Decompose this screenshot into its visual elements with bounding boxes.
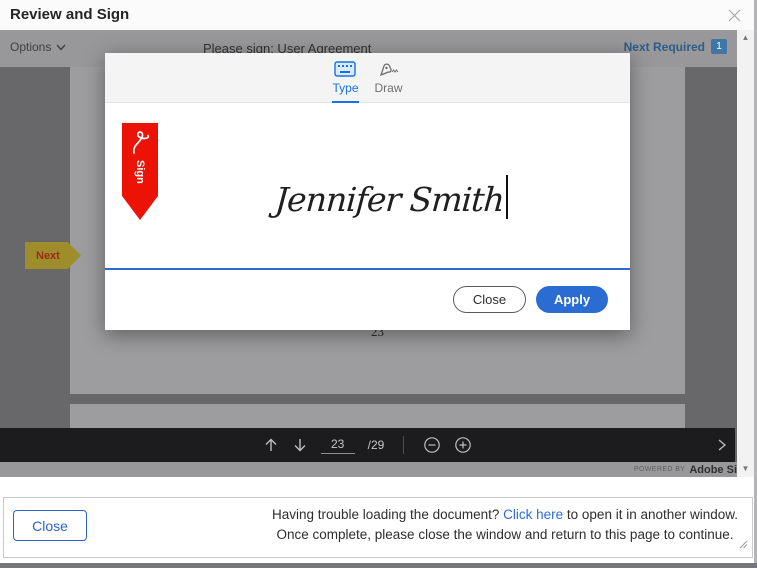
pen-icon — [378, 61, 400, 77]
signature-pad: Sign Jennifer Smith Clear Close Apply — [105, 103, 630, 329]
next-page-button[interactable] — [292, 437, 308, 453]
resize-handle-icon[interactable] — [739, 536, 748, 554]
help-text-line1-before: Having trouble loading the document? — [272, 507, 503, 522]
pager-divider — [403, 436, 404, 454]
ribbon-point — [122, 196, 158, 220]
signature-modal: Type Draw Sign Jennifer Smith — [105, 53, 630, 330]
help-text-line1-after: to open it in another window. — [563, 507, 738, 522]
ribbon-sign-label: Sign — [134, 160, 146, 184]
footer-panel: Close Having trouble loading the documen… — [3, 497, 753, 558]
powered-by-strip: POWERED BY Adobe Si — [0, 462, 737, 477]
arrow-down-icon — [292, 437, 308, 453]
expand-toolbar-button[interactable] — [717, 437, 727, 458]
arrow-up-icon — [263, 437, 279, 453]
plus-circle-icon — [454, 436, 472, 454]
zoom-in-button[interactable] — [454, 436, 472, 454]
tab-draw[interactable]: Draw — [375, 53, 403, 103]
document-viewer: Options Please sign: User Agreement Next… — [0, 30, 757, 477]
powered-by-label: POWERED BY — [634, 466, 685, 473]
tab-draw-label: Draw — [375, 81, 403, 95]
next-required-label: Next Required — [624, 40, 705, 54]
window-bottom-edge — [0, 563, 757, 568]
next-required-button[interactable]: Next Required 1 — [624, 39, 727, 54]
zoom-out-button[interactable] — [423, 436, 441, 454]
chevron-right-icon — [717, 437, 727, 453]
options-label: Options — [10, 40, 51, 54]
options-menu[interactable]: Options — [10, 40, 66, 54]
close-icon[interactable] — [727, 8, 742, 28]
modal-button-row: Close Apply — [453, 286, 608, 313]
text-caret — [506, 175, 508, 219]
tab-type-label: Type — [332, 81, 358, 95]
adobe-sign-brand: Adobe Si — [689, 464, 737, 476]
dialog-title-bar: Review and Sign — [0, 0, 757, 30]
apply-signature-button[interactable]: Apply — [536, 286, 608, 313]
page-total-label: /29 — [368, 438, 385, 452]
click-here-link[interactable]: Click here — [503, 507, 563, 522]
footer-close-button[interactable]: Close — [13, 510, 87, 541]
adobe-logo-icon — [127, 128, 153, 158]
signature-text: Jennifer Smith — [274, 180, 506, 219]
footer-help-text: Having trouble loading the document? Cli… — [270, 505, 740, 545]
signature-tabs: Type Draw — [105, 53, 630, 103]
modal-close-button[interactable]: Close — [453, 286, 526, 313]
next-required-count-badge: 1 — [711, 39, 727, 54]
adobe-sign-ribbon: Sign — [122, 123, 158, 220]
page-number-input[interactable]: 23 — [321, 437, 355, 454]
scroll-up-icon[interactable]: ▲ — [742, 34, 750, 42]
help-text-line2: Once complete, please close the window a… — [276, 527, 733, 542]
keyboard-icon — [334, 61, 356, 77]
signature-input[interactable]: Jennifer Smith — [275, 161, 508, 219]
document-page-24 — [70, 404, 685, 428]
review-and-sign-dialog: Review and Sign Options Please sign: Use… — [0, 0, 757, 568]
ribbon-body: Sign — [122, 123, 158, 196]
dialog-title: Review and Sign — [10, 6, 129, 23]
previous-page-button[interactable] — [263, 437, 279, 453]
vertical-scrollbar[interactable]: ▲ ▼ — [737, 30, 754, 477]
next-tag-label: Next — [25, 250, 60, 262]
chevron-down-icon — [56, 44, 66, 51]
tab-type[interactable]: Type — [332, 53, 358, 103]
signature-baseline — [105, 268, 630, 270]
minus-circle-icon — [423, 436, 441, 454]
pager-toolbar: 23 /29 — [0, 428, 735, 462]
scroll-down-icon[interactable]: ▼ — [742, 465, 750, 473]
